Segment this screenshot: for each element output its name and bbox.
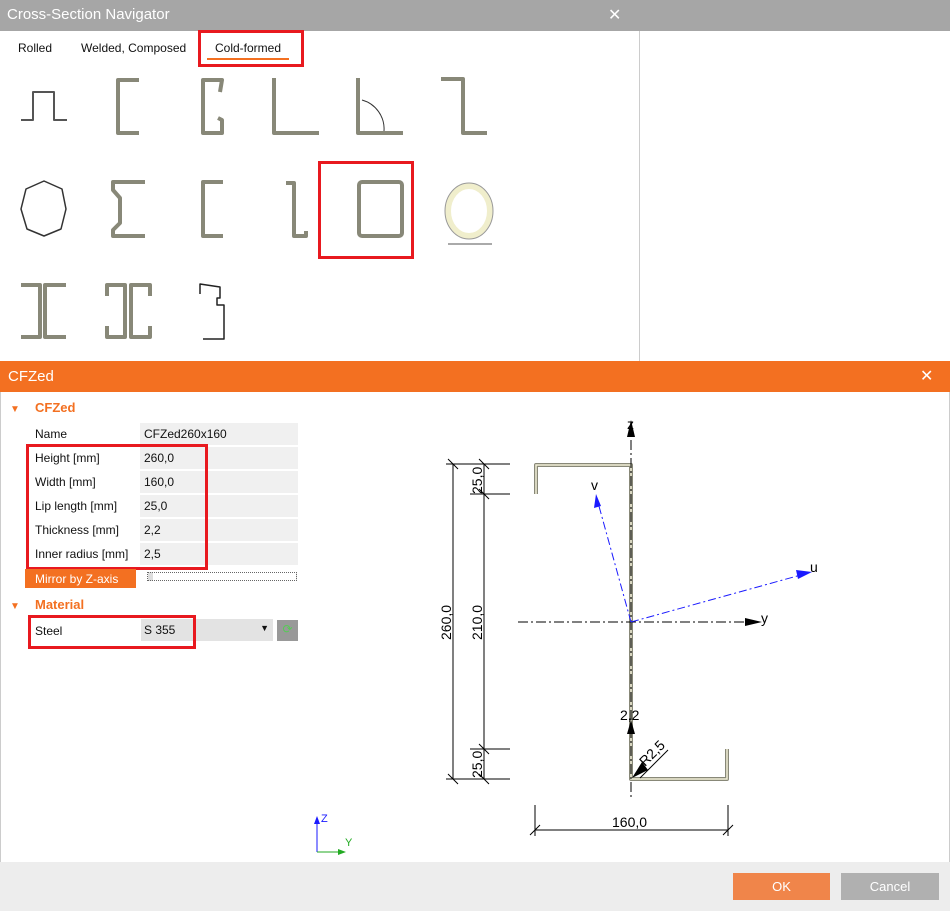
- dialog-title: CFZed: [8, 368, 54, 385]
- dim-lip-top: 25,0: [469, 467, 485, 494]
- property-row-name: Name CFZed260x160: [33, 423, 298, 445]
- property-label: Inner radius [mm]: [35, 547, 129, 561]
- shape-zed-lipped[interactable]: [286, 181, 308, 238]
- mirror-by-z-axis-button[interactable]: Mirror by Z-axis: [25, 569, 136, 588]
- shape-zed[interactable]: [441, 77, 487, 135]
- shape-back-to-back-lipped-channel[interactable]: [105, 283, 152, 339]
- axis-label-z: z: [627, 416, 634, 432]
- axis-label-v: v: [591, 477, 598, 493]
- dim-web: 210,0: [469, 605, 485, 640]
- shape-back-to-back-channel[interactable]: [21, 283, 66, 339]
- lip-length-input[interactable]: 25,0: [140, 495, 298, 517]
- thickness-input[interactable]: 2,2: [140, 519, 298, 541]
- chevron-down-icon: ▼: [260, 623, 269, 633]
- dim-width: 160,0: [612, 814, 647, 830]
- triad-z-label: Z: [321, 813, 328, 825]
- property-row-thickness: Thickness [mm] 2,2: [33, 519, 298, 541]
- property-label: Height [mm]: [35, 451, 100, 465]
- material-refresh-icon[interactable]: ⟳: [277, 620, 298, 641]
- principal-axes: [596, 498, 809, 623]
- property-row-inner-radius: Inner radius [mm] 2,5: [33, 543, 298, 565]
- steel-value: S 355: [144, 623, 176, 637]
- property-value-name[interactable]: CFZed260x160: [140, 423, 298, 445]
- dim-thickness: 2,2: [620, 707, 640, 723]
- property-label: Name: [35, 427, 68, 441]
- inner-radius-input[interactable]: 2,5: [140, 543, 298, 565]
- cross-section-drawing: z y u v 260,0 210,0 25,0 25,0 160,0 2,2 …: [438, 416, 818, 836]
- property-label: Lip length [mm]: [35, 499, 118, 513]
- triad-y-label: Y: [345, 837, 353, 849]
- cancel-button[interactable]: Cancel: [841, 873, 939, 900]
- dialog-title-bar: CFZed: [0, 361, 950, 392]
- section-header-cfzed[interactable]: ▼ CFZed: [10, 400, 75, 415]
- axis-triad-icon: Z Y: [314, 813, 353, 855]
- ok-button[interactable]: OK: [733, 873, 830, 900]
- shape-sigma[interactable]: [111, 180, 145, 238]
- dim-lip-bottom: 25,0: [469, 751, 485, 778]
- section-header-material[interactable]: ▼ Material: [10, 597, 84, 612]
- shape-channel[interactable]: [201, 180, 223, 238]
- property-row-height: Height [mm] 260,0: [33, 447, 298, 469]
- axis-label-u: u: [810, 559, 818, 575]
- shape-circular-tube[interactable]: [444, 182, 494, 245]
- shape-angle[interactable]: [272, 78, 319, 135]
- shape-channel-lipped[interactable]: [116, 78, 139, 135]
- dialog-close-icon[interactable]: ✕: [920, 366, 933, 386]
- property-row-width: Width [mm] 160,0: [33, 471, 298, 493]
- shape-custom-profile[interactable]: [199, 283, 225, 340]
- shape-angle-custom[interactable]: [356, 78, 403, 135]
- width-input[interactable]: 160,0: [140, 471, 298, 493]
- shape-hat[interactable]: [21, 91, 67, 121]
- mirror-checkbox[interactable]: [147, 572, 297, 581]
- steel-label: Steel: [35, 624, 63, 638]
- section-title: Material: [35, 597, 85, 612]
- property-label: Thickness [mm]: [35, 523, 120, 537]
- axis-label-y: y: [761, 610, 768, 626]
- height-input[interactable]: 260,0: [140, 447, 298, 469]
- shape-rectangular-tube[interactable]: [357, 180, 404, 238]
- dim-height: 260,0: [438, 605, 454, 640]
- shape-gallery: [20, 77, 494, 340]
- property-label: Width [mm]: [35, 475, 96, 489]
- shape-channel-double-lipped[interactable]: [201, 78, 224, 135]
- shape-polygon[interactable]: [20, 180, 67, 237]
- steel-select[interactable]: S 355 ▼: [141, 619, 273, 641]
- section-title: CFZed: [35, 400, 76, 415]
- collapse-icon[interactable]: ▼: [10, 601, 26, 612]
- property-row-lip-length: Lip length [mm] 25,0: [33, 495, 298, 517]
- collapse-icon[interactable]: ▼: [10, 404, 26, 415]
